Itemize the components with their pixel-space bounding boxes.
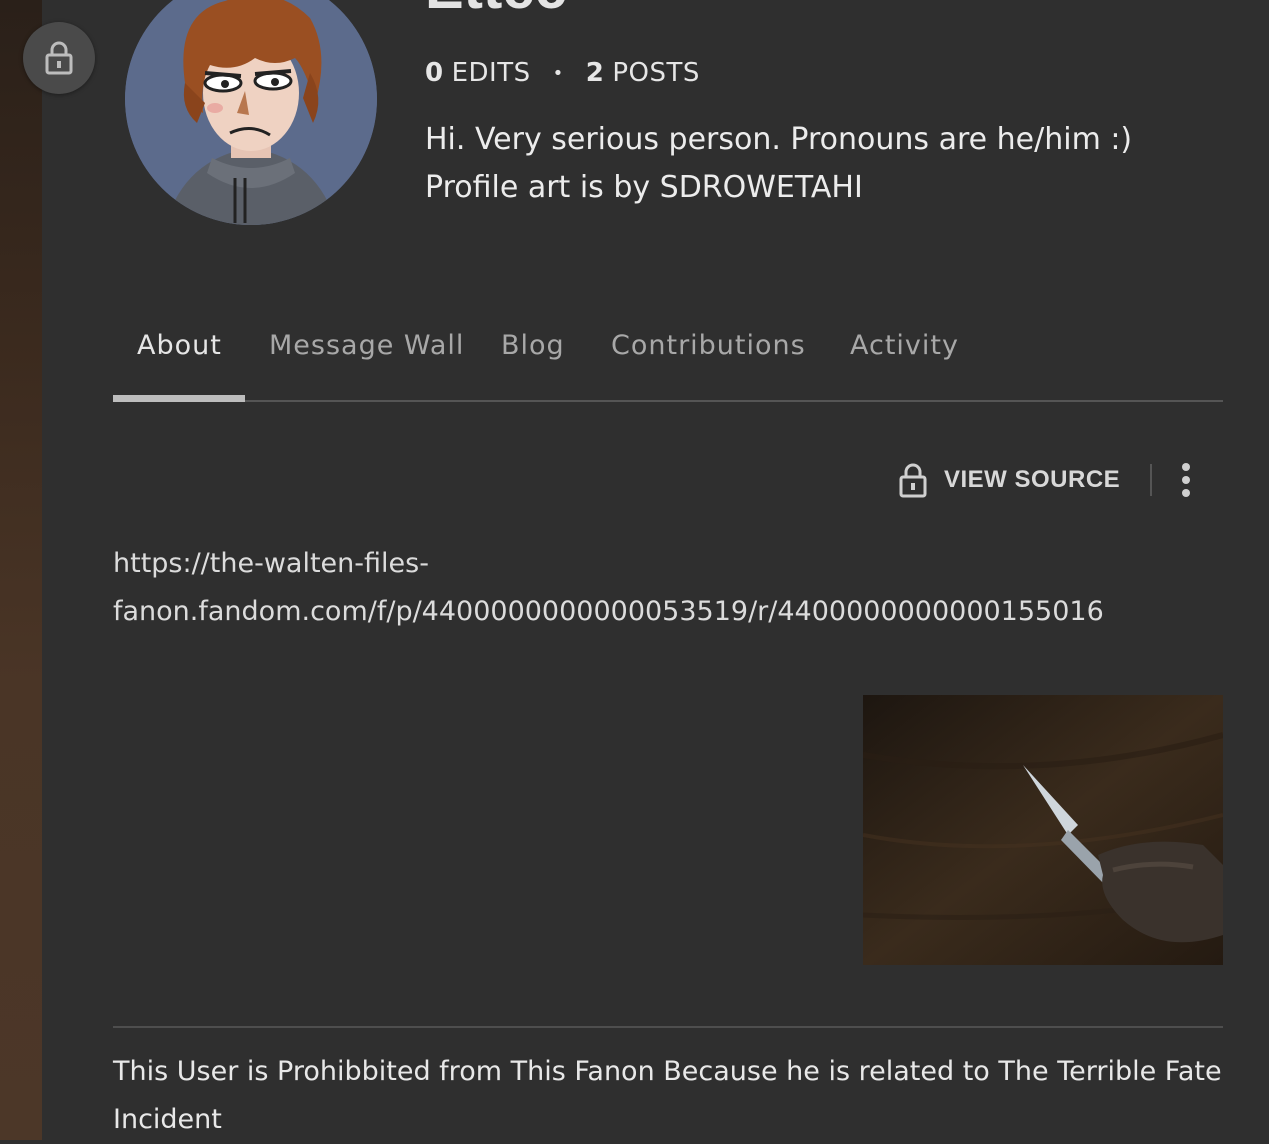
page-toolbar: VIEW SOURCE <box>898 458 1196 502</box>
left-background-strip <box>0 0 42 1140</box>
tab-blog[interactable]: Blog <box>501 330 565 361</box>
view-source-button[interactable]: VIEW SOURCE <box>898 462 1120 498</box>
posts-count: 2 <box>585 58 605 88</box>
active-tab-indicator <box>113 395 245 402</box>
lock-icon <box>899 463 927 498</box>
profile-stats: 0 EDITS • 2 POSTS <box>425 58 700 88</box>
knife-photo <box>863 695 1223 965</box>
tab-about[interactable]: About <box>137 330 222 361</box>
toolbar-divider <box>1150 464 1153 496</box>
knife-image <box>863 695 1223 965</box>
link-line: https://the-walten-files- <box>113 548 429 579</box>
profile-username: Ettec <box>425 0 567 18</box>
posts-label: POSTS <box>612 58 700 88</box>
lock-icon <box>45 41 73 75</box>
bio-line: Profile art is by SDROWETAHI <box>425 170 863 205</box>
edits-label: EDITS <box>451 58 531 88</box>
stats-separator: • <box>552 62 564 84</box>
tab-activity[interactable]: Activity <box>850 330 959 361</box>
kebab-menu-icon[interactable] <box>1176 460 1196 500</box>
prohibition-notice: This User is Prohibbited from This Fanon… <box>113 1056 1222 1135</box>
lock-button[interactable] <box>23 22 95 94</box>
profile-tabs: About Message Wall Blog Contributions Ac… <box>113 320 1223 402</box>
view-source-label: VIEW SOURCE <box>944 466 1121 493</box>
profile-link[interactable]: https://the-walten-files- fanon.fandom.c… <box>113 540 1213 636</box>
profile-bio: Hi. Very serious person. Pronouns are he… <box>425 116 1225 212</box>
bio-line: Hi. Very serious person. Pronouns are he… <box>425 122 1133 157</box>
edits-count: 0 <box>425 58 444 88</box>
tab-message-wall[interactable]: Message Wall <box>269 330 464 361</box>
content-divider <box>113 1026 1223 1028</box>
link-line: fanon.fandom.com/f/p/4400000000000053519… <box>113 596 1104 627</box>
tab-contributions[interactable]: Contributions <box>611 330 806 361</box>
